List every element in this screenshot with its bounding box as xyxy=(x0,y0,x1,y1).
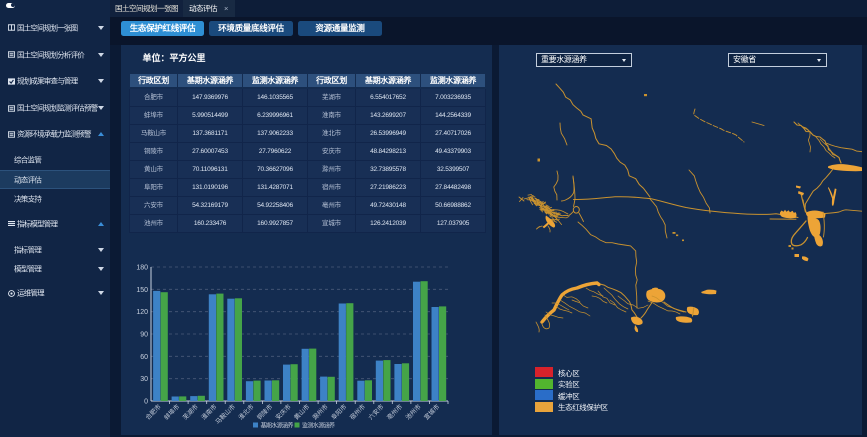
svg-text:30: 30 xyxy=(140,376,148,383)
svg-text:宣城市: 宣城市 xyxy=(422,403,441,422)
svg-text:阜阳市: 阜阳市 xyxy=(330,403,349,422)
svg-text:0: 0 xyxy=(144,399,148,406)
svg-text:蚌埠市: 蚌埠市 xyxy=(162,403,181,422)
svg-text:安庆市: 安庆市 xyxy=(274,403,293,422)
svg-text:120: 120 xyxy=(136,309,148,316)
svg-text:六安市: 六安市 xyxy=(367,403,386,422)
svg-text:监测水源涵养: 监测水源涵养 xyxy=(302,421,335,429)
svg-text:铜陵市: 铜陵市 xyxy=(255,403,274,422)
svg-text:宿州市: 宿州市 xyxy=(348,403,367,422)
svg-text:基期水源涵养: 基期水源涵养 xyxy=(261,421,294,429)
svg-text:150: 150 xyxy=(136,287,148,294)
svg-text:池州市: 池州市 xyxy=(404,403,423,422)
svg-text:黄山市: 黄山市 xyxy=(292,403,311,422)
svg-text:芜湖市: 芜湖市 xyxy=(181,403,200,422)
svg-text:亳州市: 亳州市 xyxy=(385,403,404,422)
svg-text:马鞍山市: 马鞍山市 xyxy=(214,403,237,426)
svg-text:合肥市: 合肥市 xyxy=(144,403,163,422)
svg-text:180: 180 xyxy=(136,265,148,272)
svg-text:60: 60 xyxy=(140,354,148,361)
svg-text:90: 90 xyxy=(140,332,148,339)
svg-text:淮北市: 淮北市 xyxy=(237,403,256,422)
svg-text:滁州市: 滁州市 xyxy=(311,403,330,422)
